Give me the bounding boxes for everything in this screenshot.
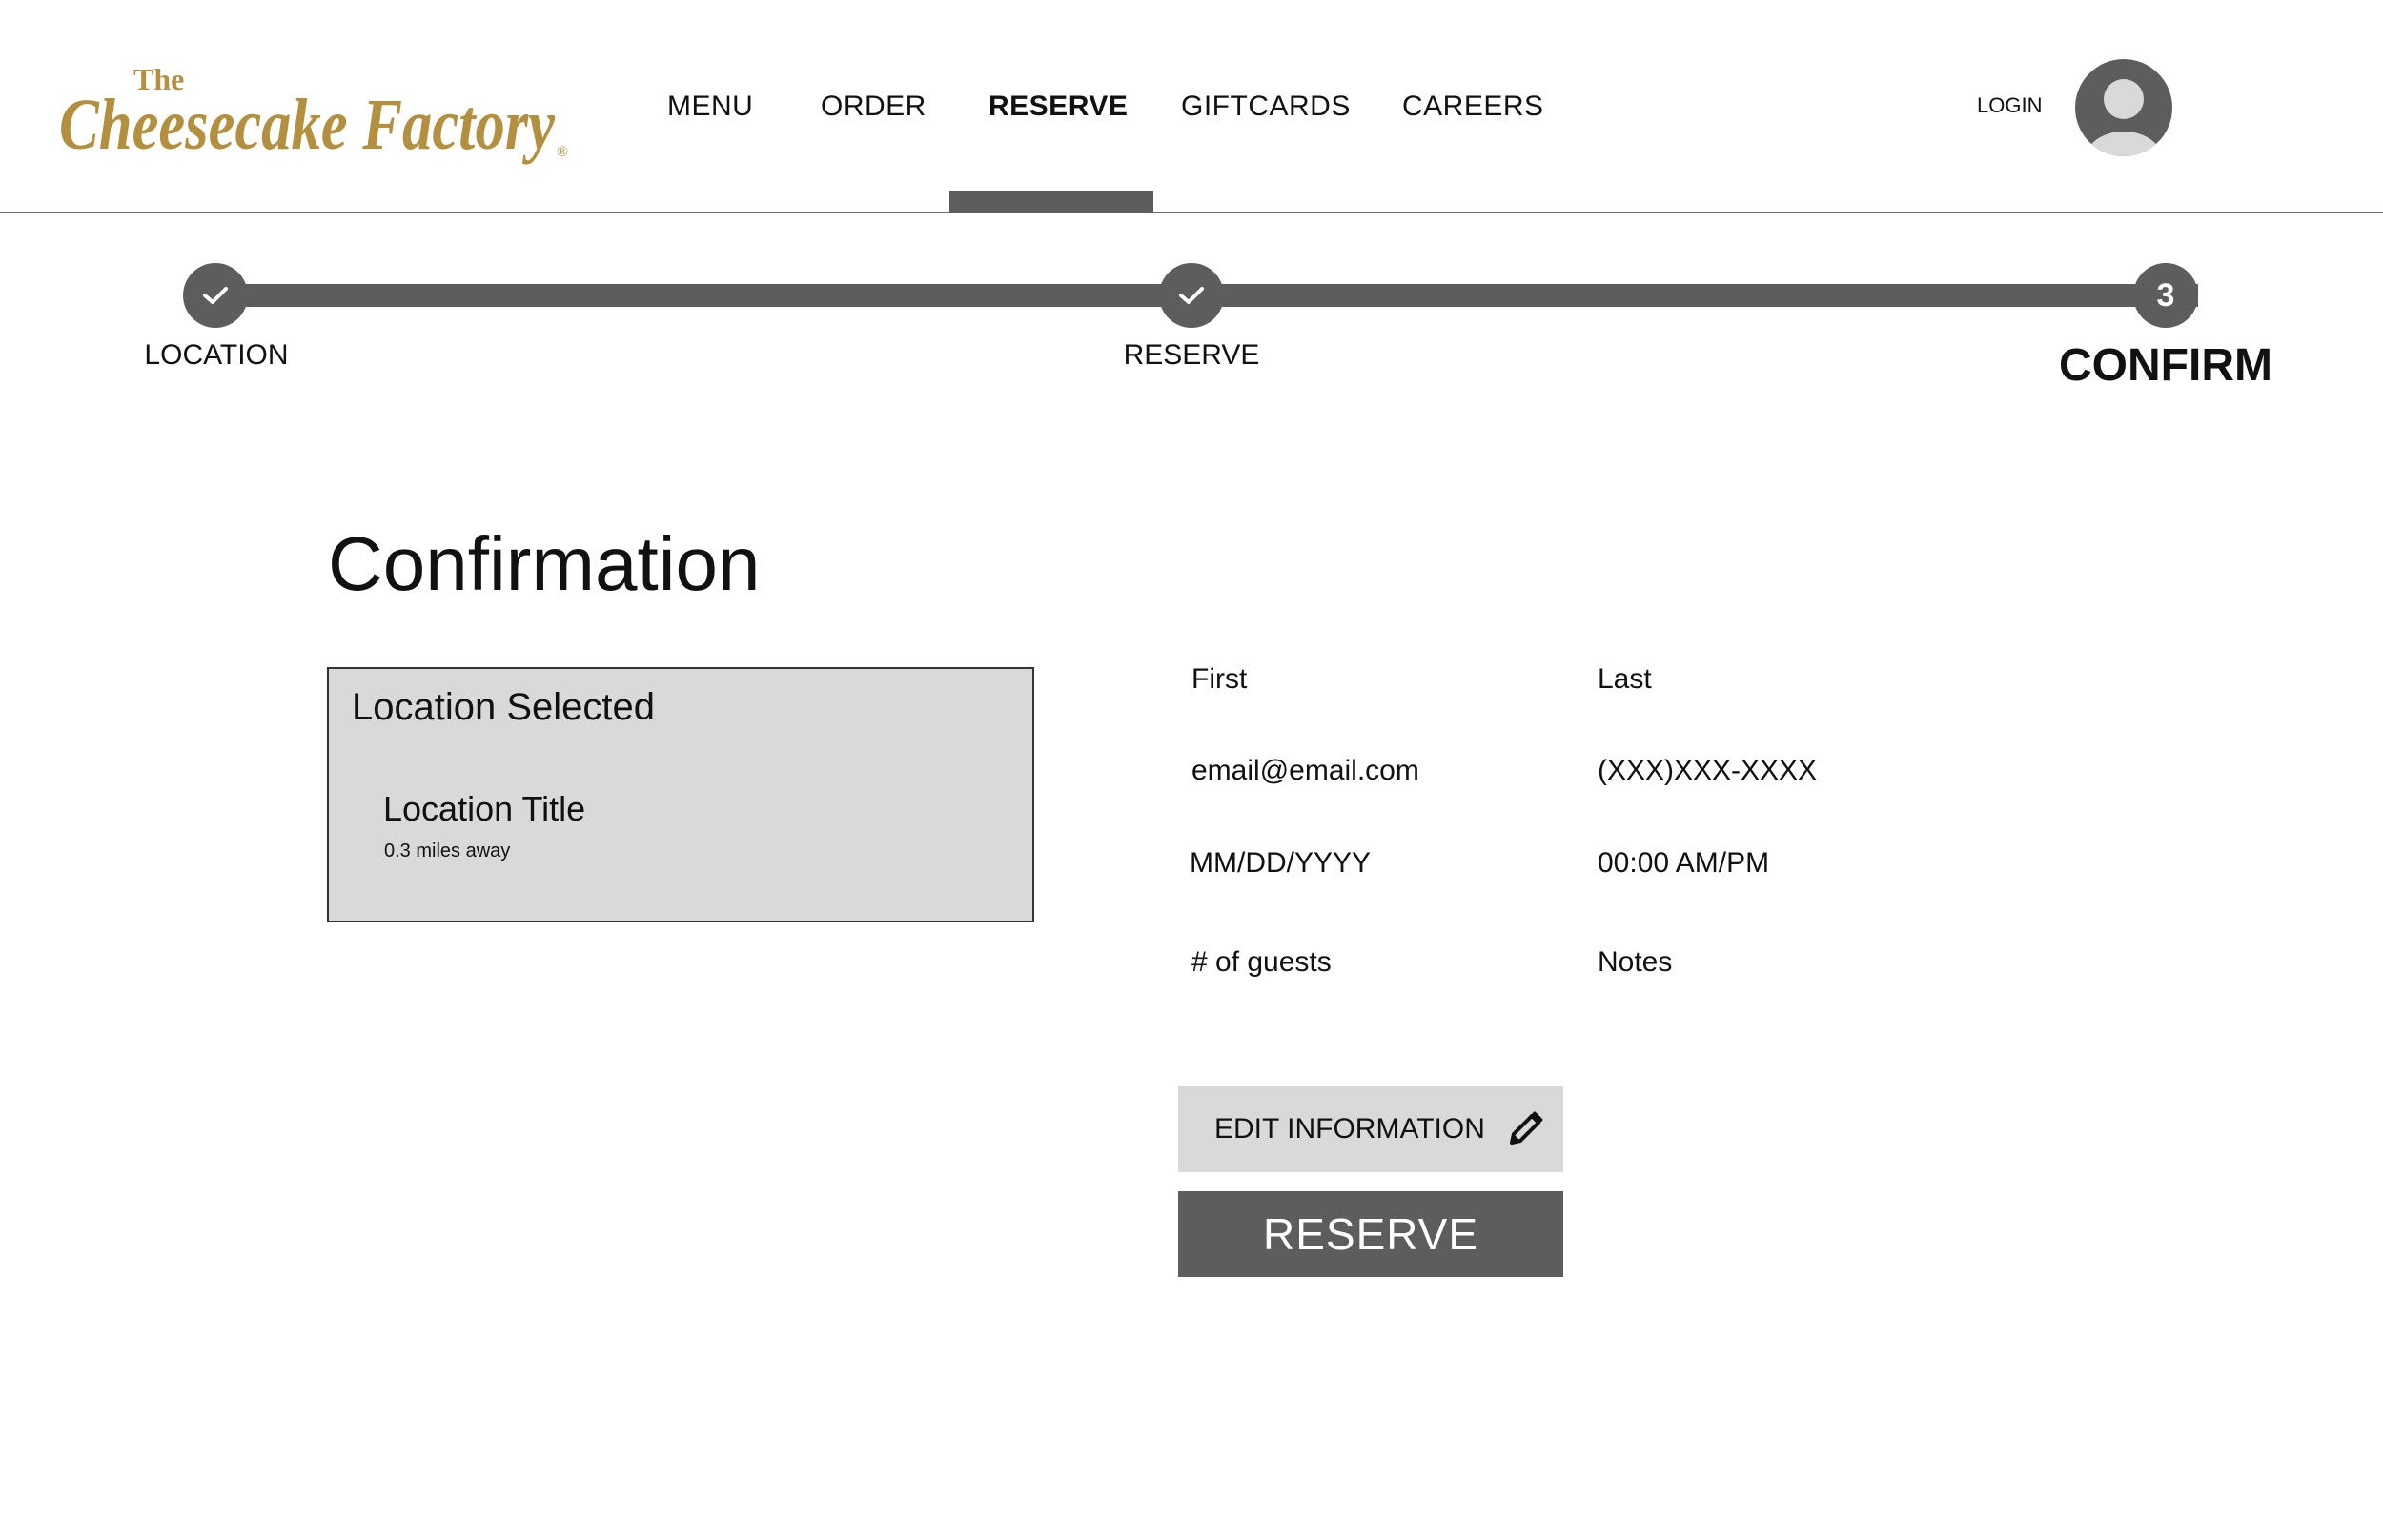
nav-order[interactable]: ORDER — [821, 86, 927, 128]
step-number: 3 — [2156, 276, 2175, 314]
login-link[interactable]: LOGIN — [1977, 93, 2042, 118]
edit-information-button[interactable]: EDIT INFORMATION — [1178, 1086, 1563, 1172]
date-value: MM/DD/YYYY — [1190, 847, 1372, 879]
nav-menu[interactable]: MENU — [667, 86, 753, 128]
reserve-button[interactable]: RESERVE — [1178, 1191, 1563, 1277]
check-icon — [1179, 287, 1204, 304]
svg-text:Cheesecake Factory: Cheesecake Factory — [59, 85, 555, 165]
phone-value: (XXX)XXX-XXXX — [1598, 755, 1818, 786]
svg-text:®: ® — [557, 144, 568, 160]
nav-careers[interactable]: CAREERS — [1402, 86, 1544, 128]
user-avatar-icon[interactable] — [2075, 59, 2172, 156]
edit-information-label: EDIT INFORMATION — [1214, 1113, 1485, 1145]
step-confirm-current: 3 — [2133, 263, 2198, 328]
step-reserve-complete — [1159, 263, 1224, 328]
step-location-complete — [183, 263, 248, 328]
nav-active-indicator — [949, 191, 1153, 213]
step-reserve-label: RESERVE — [1123, 339, 1260, 371]
check-icon — [203, 287, 228, 304]
location-title: Location Title — [383, 789, 586, 828]
location-selected-card: Location Selected Location Title 0.3 mil… — [327, 667, 1034, 922]
location-distance: 0.3 miles away — [384, 841, 511, 861]
location-card-heading: Location Selected — [352, 686, 656, 728]
step-confirm-label: CONFIRM — [2059, 340, 2272, 391]
last-name-value: Last — [1598, 663, 1652, 695]
brand-logo[interactable]: The Cheesecake Factory ® — [59, 61, 574, 166]
notes-value: Notes — [1598, 946, 1673, 978]
site-header: The Cheesecake Factory ® MENU ORDER RESE… — [0, 0, 2383, 213]
step-location-label: LOCATION — [144, 339, 289, 371]
nav-giftcards[interactable]: GIFTCARDS — [1181, 86, 1351, 128]
logo-wordmark: The Cheesecake Factory ® — [59, 62, 568, 165]
pencil-icon — [1509, 1111, 1543, 1145]
first-name-value: First — [1192, 663, 1248, 695]
page-title: Confirmation — [328, 521, 761, 606]
email-value: email@email.com — [1192, 755, 1419, 786]
nav-reserve[interactable]: RESERVE — [988, 86, 1128, 128]
time-value: 00:00 AM/PM — [1598, 847, 1770, 879]
guests-value: # of guests — [1192, 946, 1332, 978]
